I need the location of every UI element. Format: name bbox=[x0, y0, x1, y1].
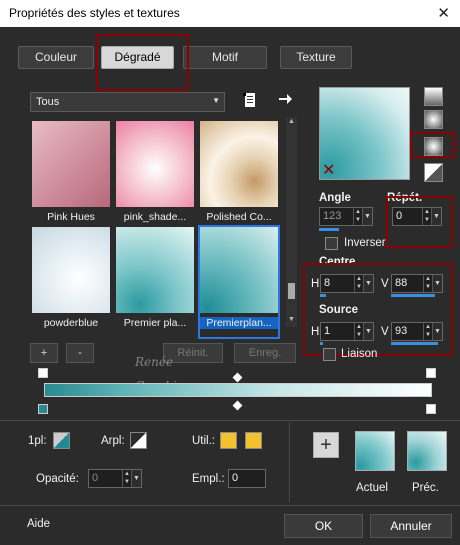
previous-preview[interactable] bbox=[407, 431, 447, 471]
empl-value: 0 bbox=[232, 472, 239, 484]
cancel-button[interactable]: Annuler bbox=[370, 514, 452, 538]
chevron-down-icon[interactable]: ▼ bbox=[362, 208, 372, 225]
invert-checkbox[interactable] bbox=[325, 237, 338, 250]
opacity-value: 0 bbox=[92, 472, 99, 484]
arrow-right-icon[interactable] bbox=[277, 91, 293, 107]
gradient-label: pink_shade... bbox=[123, 211, 187, 223]
color-stop-start[interactable] bbox=[38, 404, 48, 414]
remove-button[interactable]: - bbox=[66, 343, 94, 363]
angle-input[interactable]: 123 ▲ ▼ ▼ bbox=[319, 207, 373, 226]
util-color-swatch[interactable] bbox=[245, 432, 262, 449]
opacity-label: Opacité: bbox=[36, 473, 79, 485]
category-value: Tous bbox=[36, 96, 60, 108]
dialog-title: Propriétés des styles et textures bbox=[9, 6, 180, 20]
gradient-label: Premier pla... bbox=[123, 317, 187, 329]
link-label: Liaison bbox=[341, 348, 378, 360]
scroll-down-icon[interactable]: ▼ bbox=[288, 316, 295, 323]
gradient-swatch[interactable]: Pink Hues bbox=[32, 121, 110, 231]
ipl-label: 1pl: bbox=[28, 435, 47, 447]
gradient-thumbnail bbox=[116, 121, 194, 207]
gradient-thumbnail bbox=[200, 227, 278, 313]
link-checkbox[interactable] bbox=[323, 348, 336, 361]
linear-style-button[interactable] bbox=[424, 87, 443, 106]
radial-style-button[interactable] bbox=[424, 163, 443, 182]
angle-value: 123 bbox=[323, 210, 342, 222]
gradient-thumbnail bbox=[200, 121, 278, 207]
divider bbox=[0, 420, 460, 421]
gradient-editor-bar[interactable] bbox=[44, 383, 432, 397]
category-select[interactable]: Tous ▼ bbox=[30, 92, 225, 112]
gallery-scrollbar[interactable]: ▲ ▼ bbox=[286, 117, 297, 327]
util-label: Util.: bbox=[192, 435, 215, 447]
gradient-label: Premierplan... bbox=[200, 317, 278, 329]
scroll-up-icon[interactable]: ▲ bbox=[288, 118, 295, 125]
gradient-label: Polished Co... bbox=[206, 211, 272, 223]
color-midpoint-icon[interactable] bbox=[232, 400, 243, 411]
save-button[interactable]: Enreg. bbox=[234, 343, 296, 363]
add-button[interactable]: + bbox=[30, 343, 58, 363]
rect-style-button[interactable] bbox=[424, 110, 443, 129]
title-bar: Propriétés des styles et textures ✕ bbox=[0, 0, 460, 27]
previous-label: Préc. bbox=[412, 482, 439, 494]
angle-slider[interactable] bbox=[319, 228, 339, 231]
opacity-input[interactable]: 0 ▲ ▼ ▼ bbox=[88, 469, 142, 488]
empl-label: Empl.: bbox=[192, 473, 225, 485]
gradient-label: powderblue bbox=[43, 317, 99, 329]
spin-updown-icon[interactable]: ▲ ▼ bbox=[122, 470, 131, 487]
close-icon[interactable]: ✕ bbox=[437, 4, 450, 22]
chevron-down-icon[interactable]: ▼ bbox=[131, 470, 141, 487]
gradient-swatch-selected[interactable]: Premierplan... bbox=[198, 225, 280, 339]
chevron-down-icon: ▼ bbox=[212, 96, 220, 105]
color-stop-end[interactable] bbox=[426, 404, 436, 414]
opacity-stop-start[interactable] bbox=[38, 368, 48, 378]
arpl-swatch[interactable] bbox=[130, 432, 147, 449]
scrollbar-thumb[interactable] bbox=[288, 283, 295, 299]
add-swatch-button[interactable]: + bbox=[313, 432, 339, 458]
gradient-swatch[interactable]: pink_shade... bbox=[116, 121, 194, 231]
opacity-midpoint-icon[interactable] bbox=[232, 372, 243, 383]
empl-input[interactable]: 0 bbox=[228, 469, 266, 488]
angle-label: Angle bbox=[319, 192, 351, 204]
highlight-box bbox=[96, 34, 189, 91]
highlight-box bbox=[386, 196, 453, 248]
center-marker-icon: ✕ bbox=[322, 162, 336, 179]
tab-couleur[interactable]: Couleur bbox=[18, 46, 94, 69]
help-link[interactable]: Aide bbox=[27, 518, 50, 530]
divider bbox=[0, 505, 460, 506]
invert-label: Inverser bbox=[344, 237, 386, 249]
gradient-thumbnail bbox=[32, 121, 110, 207]
opacity-stop-end[interactable] bbox=[426, 368, 436, 378]
tab-texture[interactable]: Texture bbox=[280, 46, 352, 69]
gradient-label: Pink Hues bbox=[47, 211, 95, 223]
gradient-thumbnail bbox=[32, 227, 110, 313]
spin-updown-icon[interactable]: ▲ ▼ bbox=[353, 208, 362, 225]
current-label: Actuel bbox=[356, 482, 388, 494]
divider bbox=[289, 422, 290, 502]
ipl-swatch[interactable] bbox=[53, 432, 70, 449]
gradient-thumbnail bbox=[116, 227, 194, 313]
file-list-icon[interactable] bbox=[242, 92, 258, 108]
styles-textures-dialog: Propriétés des styles et textures ✕ Coul… bbox=[0, 0, 460, 545]
gradient-swatch[interactable]: powderblue bbox=[32, 227, 110, 337]
gradient-gallery: Pink Hues pink_shade... Polished Co... p… bbox=[30, 117, 298, 339]
watermark-text: Renée bbox=[135, 355, 174, 369]
tab-motif[interactable]: Motif bbox=[183, 46, 267, 69]
highlight-box bbox=[410, 132, 455, 158]
highlight-box bbox=[303, 263, 453, 356]
ok-button[interactable]: OK bbox=[284, 514, 363, 538]
util-color-swatch[interactable] bbox=[220, 432, 237, 449]
gradient-swatch[interactable]: Polished Co... bbox=[200, 121, 278, 231]
gradient-preview[interactable]: ✕ bbox=[319, 87, 410, 180]
gradient-swatch[interactable]: Premier pla... bbox=[116, 227, 194, 337]
current-preview[interactable] bbox=[355, 431, 395, 471]
arpl-label: Arpl: bbox=[101, 435, 125, 447]
